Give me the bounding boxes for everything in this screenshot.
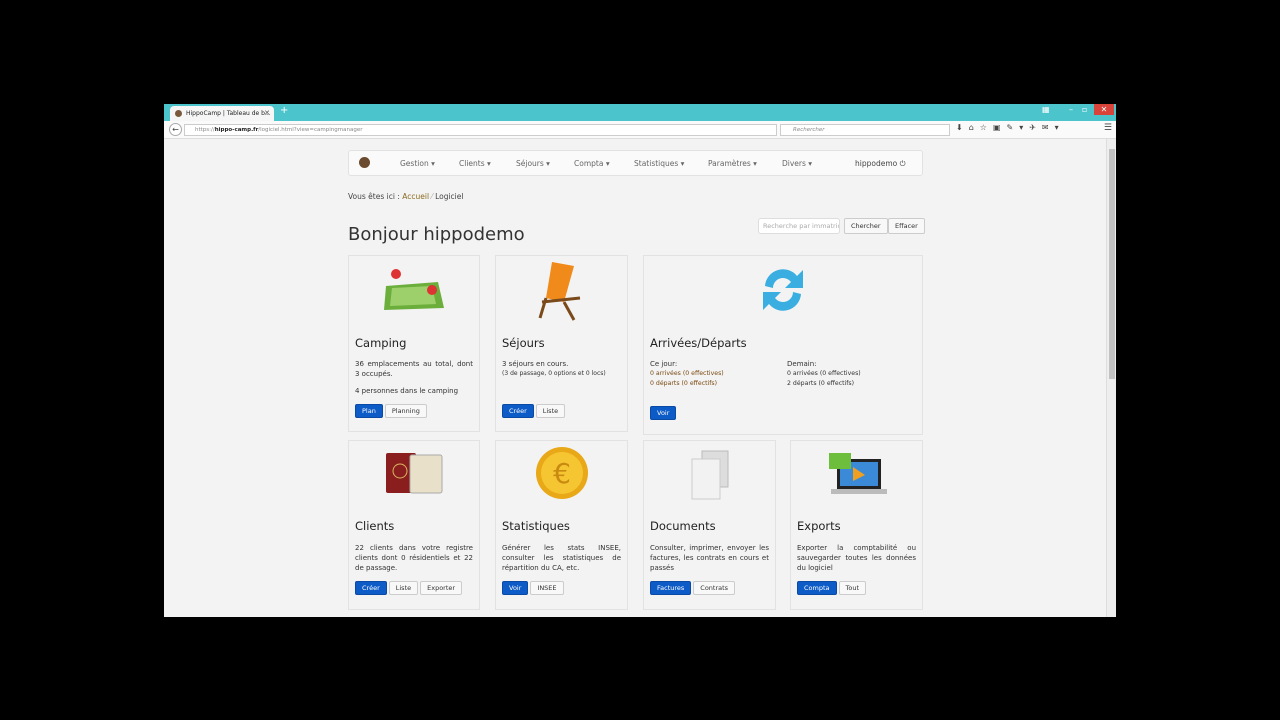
toolbar-icons[interactable]: ⬇⌂☆▣✎▾✈✉▾ <box>956 123 1065 132</box>
scrollbar[interactable] <box>1106 139 1116 617</box>
card-title: Arrivées/Départs <box>650 336 747 350</box>
tab-groups-icon[interactable]: ▦ <box>1042 105 1050 114</box>
today-label: Ce jour: <box>650 360 678 368</box>
export-clients-button[interactable]: Exporter <box>420 581 463 595</box>
plate-search-input[interactable]: Recherche par immatric <box>758 218 840 234</box>
search-button[interactable]: Chercher <box>844 218 888 234</box>
nav-sejours[interactable]: Séjours ▾ <box>516 151 550 177</box>
insee-button[interactable]: INSEE <box>530 581 564 595</box>
card-title: Documents <box>650 519 716 533</box>
tab-title: HippoCamp | Tableau de b... <box>186 110 271 117</box>
close-tab-icon[interactable]: ✕ <box>264 106 270 121</box>
url-prefix: https:// <box>195 127 215 133</box>
card-sejours: Séjours 3 séjours en cours. (3 de passag… <box>495 255 628 432</box>
view-stats-button[interactable]: Voir <box>502 581 529 595</box>
clients-text: 22 clients dans votre registre clients d… <box>355 544 473 572</box>
tomorrow-arrivals: 0 arrivées (0 effectives) <box>787 370 861 377</box>
url-host: hippo-camp.fr <box>214 127 259 133</box>
create-sejour-button[interactable]: Créer <box>502 404 534 418</box>
stats-text: Générer les stats INSEE, consulter les s… <box>502 544 621 572</box>
today-departures: 0 départs (0 effectifs) <box>650 380 718 387</box>
browser-search-input[interactable]: Rechercher <box>780 124 950 136</box>
scrollbar-thumb[interactable] <box>1109 149 1115 379</box>
list-clients-button[interactable]: Liste <box>388 581 419 595</box>
camping-people: 4 personnes dans le camping <box>355 387 459 395</box>
today-arrivals: 0 arrivées (0 effectives) <box>650 370 724 377</box>
passport-icon <box>386 453 443 494</box>
svg-text:€: € <box>553 457 571 490</box>
breadcrumb: Vous êtes ici : Accueil ⁄ Logiciel <box>348 192 463 201</box>
documents-text: Consulter, imprimer, envoyer les facture… <box>650 544 769 572</box>
maximize-icon[interactable]: ▫ <box>1082 105 1087 114</box>
export-all-button[interactable]: Tout <box>838 581 867 595</box>
create-client-button[interactable]: Créer <box>355 581 387 595</box>
url-path: /logiciel.html?view=campingmanager <box>258 127 363 133</box>
tomorrow-label: Demain: <box>787 360 817 368</box>
card-arrivees-departs: Arrivées/Départs Ce jour: 0 arrivées (0 e… <box>643 255 923 435</box>
card-title: Exports <box>797 519 841 533</box>
new-tab-icon[interactable]: + <box>280 105 288 116</box>
back-icon[interactable]: ← <box>169 123 182 136</box>
card-camping: Camping 36 emplacements au total, dont 3… <box>348 255 480 432</box>
breadcrumb-home[interactable]: Accueil <box>402 192 429 201</box>
tab-bar: HippoCamp | Tableau de b... ✕ + ▦ – ▫ ✕ <box>164 104 1116 121</box>
documents-icon <box>691 450 728 500</box>
hamburger-menu-icon[interactable]: ☰ <box>1104 123 1112 133</box>
card-clients: Clients 22 clients dans votre registre c… <box>348 440 480 610</box>
plan-button[interactable]: Plan <box>355 404 383 418</box>
browser-window: HippoCamp | Tableau de b... ✕ + ▦ – ▫ ✕ ←… <box>164 104 1116 617</box>
contracts-button[interactable]: Contrats <box>693 581 736 595</box>
card-title: Statistiques <box>502 519 570 533</box>
sync-arrows-icon <box>763 269 803 311</box>
card-title: Séjours <box>502 336 545 350</box>
export-laptop-icon <box>828 453 887 494</box>
card-title: Clients <box>355 519 395 533</box>
camping-places: 36 emplacements au total, dont 3 occupés… <box>355 360 473 378</box>
export-accounting-button[interactable]: Compta <box>797 581 837 595</box>
view-arrivals-button[interactable]: Voir <box>650 406 677 420</box>
planning-button[interactable]: Planning <box>384 404 427 418</box>
breadcrumb-current: Logiciel <box>435 192 464 201</box>
nav-parametres[interactable]: Paramètres ▾ <box>708 151 757 177</box>
nav-divers[interactable]: Divers ▾ <box>782 151 812 177</box>
search-placeholder: Rechercher <box>793 127 825 133</box>
euro-coin-icon: € <box>535 447 588 499</box>
sejours-detail: (3 de passage, 0 options et 0 locs) <box>502 370 606 377</box>
browser-toolbar: ← https://hippo-camp.fr/logiciel.html?vi… <box>164 121 1116 139</box>
hippo-logo-icon[interactable] <box>359 157 370 168</box>
nav-clients[interactable]: Clients ▾ <box>459 151 491 177</box>
nav-compta[interactable]: Compta ▾ <box>574 151 610 177</box>
url-bar[interactable]: https://hippo-camp.fr/logiciel.html?view… <box>184 124 777 136</box>
map-icon <box>384 269 444 310</box>
card-statistiques: € Statistiques Générer les stats INSEE, … <box>495 440 628 610</box>
app-navbar: Gestion ▾ Clients ▾ Séjours ▾ Compta ▾ S… <box>348 150 923 176</box>
tomorrow-departures: 2 départs (0 effectifs) <box>787 380 855 387</box>
beach-chair-icon <box>538 262 580 321</box>
nav-gestion[interactable]: Gestion ▾ <box>400 151 435 177</box>
browser-tab[interactable]: HippoCamp | Tableau de b... ✕ <box>170 106 274 121</box>
nav-user[interactable]: hippodemo ⏻ <box>855 151 906 177</box>
breadcrumb-sep: ⁄ <box>431 192 433 201</box>
card-title: Camping <box>355 336 407 350</box>
card-exports: Exports Exporter la comptabilité ou sauv… <box>790 440 923 610</box>
breadcrumb-prefix: Vous êtes ici : <box>348 192 400 201</box>
clear-button[interactable]: Effacer <box>888 218 925 234</box>
close-window-icon[interactable]: ✕ <box>1094 104 1114 115</box>
exports-text: Exporter la comptabilité ou sauvegarder … <box>797 544 916 572</box>
favicon-icon <box>175 110 182 117</box>
sejours-count: 3 séjours en cours. <box>502 360 569 368</box>
page-title: Bonjour hippodemo <box>348 224 525 245</box>
card-documents: Documents Consulter, imprimer, envoyer l… <box>643 440 776 610</box>
invoices-button[interactable]: Factures <box>650 581 692 595</box>
nav-statistiques[interactable]: Statistiques ▾ <box>634 151 684 177</box>
list-sejours-button[interactable]: Liste <box>535 404 566 418</box>
minimize-icon[interactable]: – <box>1069 105 1073 114</box>
plate-search-placeholder: Recherche par immatric <box>763 222 840 230</box>
